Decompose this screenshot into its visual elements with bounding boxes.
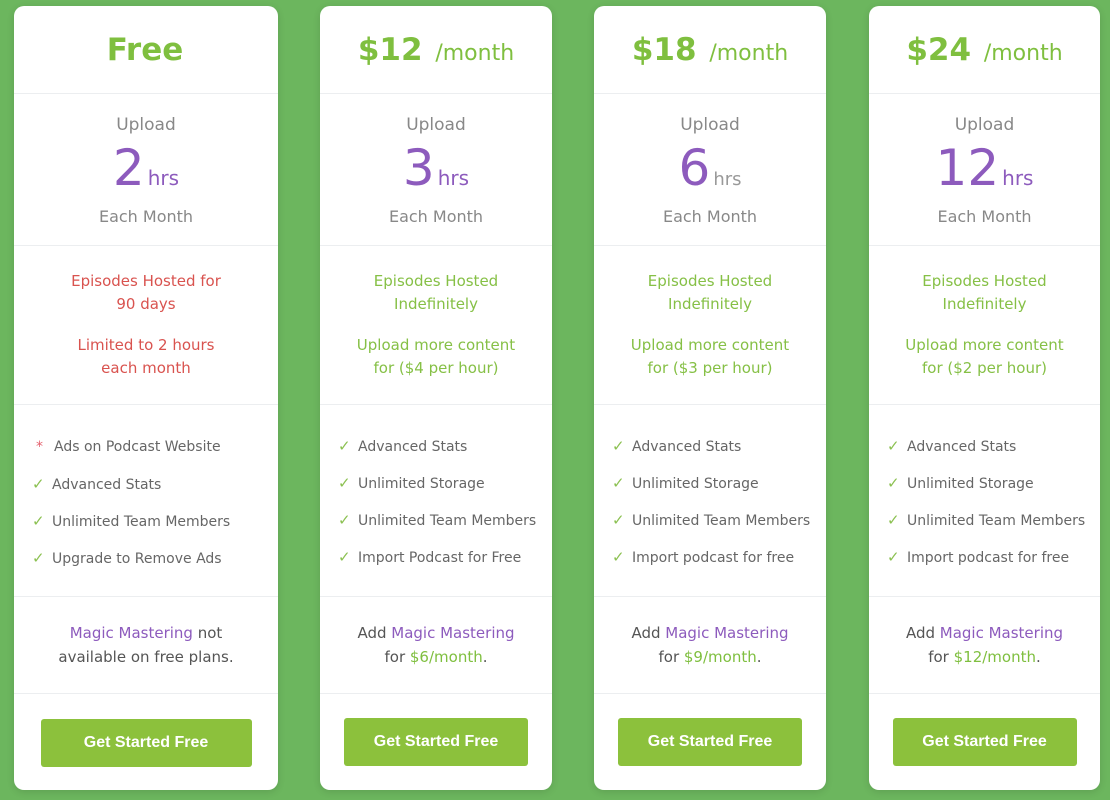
check-icon: ✓	[887, 437, 900, 455]
magic-mastering-name: Magic Mastering	[69, 624, 193, 642]
check-icon: ✓	[612, 548, 625, 566]
magic-mastering-name: Magic Mastering	[391, 624, 515, 642]
price-section: Free	[14, 6, 278, 94]
feature-item: ✓ Unlimited Storage	[320, 469, 552, 506]
each-month-label: Each Month	[662, 207, 758, 226]
magic-mastering-name: Magic Mastering	[939, 624, 1064, 642]
hosting-duration: Episodes Hosted Indefinitely	[922, 272, 1047, 313]
check-icon: ✓	[887, 474, 900, 492]
hosting-duration: Episodes Hosted Indefinitely	[373, 272, 499, 313]
magic-mastering-price: $9/month	[683, 648, 757, 666]
upload-label: Upload	[680, 115, 740, 135]
feature-item: ✓ Advanced Stats	[320, 432, 552, 469]
asterisk-icon: *	[36, 439, 43, 455]
magic-mastering-price: $6/month	[409, 648, 483, 666]
upload-more-content: Upload more content for ($4 per hour)	[356, 336, 516, 377]
upload-more-content: Upload more content for ($2 per hour)	[905, 336, 1064, 377]
feature-item: ✓ Unlimited Storage	[869, 469, 1100, 506]
feature-item: ✓ Advanced Stats	[869, 432, 1100, 469]
feature-item: ✓ Import podcast for free	[869, 543, 1100, 580]
hosting-section: Episodes Hosted Indefinitely Upload more…	[594, 246, 826, 405]
feature-item: ✓ Upgrade to Remove Ads	[14, 544, 278, 581]
magic-mastering-section: Add Magic Mastering for $6/month.	[320, 597, 552, 694]
cta-section: Get Started Free	[14, 694, 278, 790]
pricing-card-18: $18 /month Upload 6 hrs Each Month Episod…	[594, 6, 826, 790]
feature-item: ✓ Unlimited Team Members	[869, 506, 1100, 543]
features-section: ✓ Advanced Stats ✓ Unlimited Storage ✓ Unli…	[869, 405, 1100, 597]
magic-mastering-section: Add Magic Mastering for $9/month.	[594, 597, 826, 694]
check-icon: ✓	[32, 512, 45, 530]
upload-hours: 12 hrs	[935, 139, 1034, 197]
check-icon: ✓	[338, 437, 351, 455]
each-month-label: Each Month	[98, 207, 194, 226]
check-icon: ✓	[887, 548, 900, 566]
hosting-section: Episodes Hosted Indefinitely Upload more…	[320, 246, 552, 405]
upload-label: Upload	[116, 115, 176, 135]
hosting-section: Episodes Hosted for 90 days Limited to 2…	[14, 246, 278, 405]
upload-label: Upload	[406, 115, 466, 135]
magic-mastering-name: Magic Mastering	[665, 624, 789, 642]
magic-mastering-text: Add Magic Mastering for $12/month.	[905, 624, 1064, 666]
features-section: * Ads on Podcast Website ✓ Advanced Stats …	[14, 405, 278, 597]
magic-mastering-text: Add Magic Mastering for $9/month.	[631, 624, 789, 666]
magic-mastering-text: Magic Mastering not available on free pl…	[58, 624, 234, 666]
upload-hours: 2 hrs	[112, 139, 180, 197]
check-icon: ✓	[338, 511, 351, 529]
upload-hours: 6 hrs	[678, 139, 742, 197]
price-section: $24 /month	[869, 6, 1100, 94]
upload-section: Upload 6 hrs Each Month	[594, 94, 826, 246]
check-icon: ✓	[612, 511, 625, 529]
upload-hours: 3 hrs	[402, 139, 470, 197]
get-started-free-button[interactable]: Get Started Free	[40, 719, 252, 767]
get-started-free-button[interactable]: Get Started Free	[344, 718, 528, 766]
feature-item: ✓ Unlimited Team Members	[320, 506, 552, 543]
hosting-limit: Limited to 2 hours each month	[77, 336, 215, 377]
check-icon: ✓	[338, 474, 351, 492]
pricing-card-24: $24 /month Upload 12 hrs Each Month Episo…	[869, 6, 1100, 790]
upload-label: Upload	[954, 115, 1015, 135]
check-icon: ✓	[32, 549, 45, 567]
upload-section: Upload 2 hrs Each Month	[14, 94, 278, 246]
magic-mastering-section: Magic Mastering not available on free pl…	[14, 597, 278, 694]
check-icon: ✓	[612, 437, 625, 455]
upload-more-content: Upload more content for ($3 per hour)	[630, 336, 790, 377]
check-icon: ✓	[612, 474, 625, 492]
check-icon: ✓	[887, 511, 900, 529]
pricing-card-free: Free Upload 2 hrs Each Month Episodes Hos…	[14, 6, 278, 790]
price-section: $12 /month	[320, 6, 552, 94]
hosting-section: Episodes Hosted Indefinitely Upload more…	[869, 246, 1100, 405]
cta-section: Get Started Free	[594, 694, 826, 790]
feature-item: ✓ Import podcast for free	[594, 543, 826, 580]
feature-item: * Ads on Podcast Website	[14, 433, 278, 470]
features-section: ✓ Advanced Stats ✓ Unlimited Storage ✓ Unli…	[320, 405, 552, 597]
feature-item: ✓ Unlimited Team Members	[14, 507, 278, 544]
price-section: $18 /month	[594, 6, 826, 94]
feature-item: ✓ Advanced Stats	[14, 470, 278, 507]
get-started-free-button[interactable]: Get Started Free	[618, 718, 802, 766]
magic-mastering-text: Add Magic Mastering for $6/month.	[357, 624, 515, 666]
feature-item: ✓ Unlimited Team Members	[594, 506, 826, 543]
magic-mastering-section: Add Magic Mastering for $12/month.	[869, 597, 1100, 694]
price: $24 /month	[906, 31, 1063, 68]
each-month-label: Each Month	[388, 207, 484, 226]
hosting-duration: Episodes Hosted Indefinitely	[647, 272, 773, 313]
upload-section: Upload 12 hrs Each Month	[869, 94, 1100, 246]
check-icon: ✓	[32, 475, 45, 493]
pricing-card-12: $12 /month Upload 3 hrs Each Month Episod…	[320, 6, 552, 790]
price: $18 /month	[631, 31, 789, 68]
magic-mastering-price: $12/month	[953, 648, 1036, 666]
feature-item: ✓ Import Podcast for Free	[320, 543, 552, 580]
cta-section: Get Started Free	[320, 694, 552, 790]
each-month-label: Each Month	[937, 207, 1032, 226]
price: $12 /month	[357, 31, 515, 68]
upload-section: Upload 3 hrs Each Month	[320, 94, 552, 246]
feature-item: ✓ Advanced Stats	[594, 432, 826, 469]
price: Free	[106, 31, 184, 68]
hosting-duration: Episodes Hosted for 90 days	[71, 272, 221, 313]
features-section: ✓ Advanced Stats ✓ Unlimited Storage ✓ Unli…	[594, 405, 826, 597]
feature-item: ✓ Unlimited Storage	[594, 469, 826, 506]
check-icon: ✓	[338, 548, 351, 566]
get-started-free-button[interactable]: Get Started Free	[892, 718, 1077, 766]
cta-section: Get Started Free	[869, 694, 1100, 790]
